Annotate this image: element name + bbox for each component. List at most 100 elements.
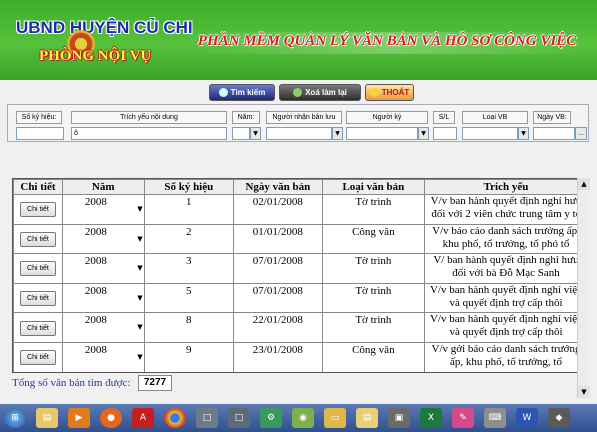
chevron-down-icon[interactable]: ▼ (137, 235, 142, 243)
nguoi-nhan-label: Người nhận bản lưu (266, 111, 342, 124)
col-ngay-van-ban[interactable]: Ngày văn bản (233, 179, 323, 195)
so-ky-hieu-input[interactable] (16, 127, 64, 140)
nam-dropdown-icon[interactable]: ▼ (250, 127, 261, 140)
nguoi-ky-select[interactable] (346, 127, 418, 140)
date-cell: 22/01/2008 (233, 312, 323, 343)
col-loai-van-ban[interactable]: Loại văn bản (321, 179, 426, 195)
total-label: Tổng số văn bản tìm được: (12, 377, 131, 389)
exit-button[interactable]: THOÁT (365, 84, 414, 101)
table-row[interactable]: Chi tiết 2008 ▼ 1 02/01/2008 Tờ trình V/v ban … (13, 194, 588, 225)
table-row[interactable]: Chi tiết 2008 ▼ 8 22/01/2008 Tờ trình V/v ban … (13, 312, 588, 343)
taskbar: ⊞ ▤ ▶ ● A □ □ ⚙ ◉ ▭ ▤ ▣ X ✎ ⌨ W ◆ (0, 404, 597, 432)
col-nam[interactable]: Năm (61, 179, 145, 195)
loai-vb-label: Loại VB (462, 111, 528, 124)
chevron-down-icon[interactable]: ▼ (137, 323, 142, 331)
summary-cell: V/ ban hành quyết định nghỉ hưu đối với … (424, 253, 588, 284)
vmware-icon[interactable]: □ (228, 408, 250, 428)
video-icon[interactable]: ▣ (388, 408, 410, 428)
table-row[interactable]: Chi tiết 2008 ▼ 9 23/01/2008 Công văn V/v gởi … (13, 341, 588, 372)
refresh-icon (293, 88, 303, 97)
year-cell: 2008 (84, 255, 107, 268)
scroll-up-icon[interactable]: ▲ (578, 178, 590, 190)
summary-cell: V/v ban hành quyết định nghỉ việc và quy… (424, 312, 588, 343)
reset-label: Xoá làm lại (305, 88, 347, 97)
scroll-down-icon[interactable]: ▼ (578, 386, 590, 398)
nam-select[interactable] (232, 127, 250, 140)
media-player-icon[interactable]: ▶ (68, 408, 90, 428)
date-cell: 02/01/2008 (233, 194, 323, 225)
detail-button[interactable]: Chi tiết (19, 231, 56, 247)
table-row[interactable]: Chi tiết 2008 ▼ 2 01/01/2008 Công văn V/v báo … (13, 223, 588, 255)
chevron-down-icon[interactable]: ▼ (137, 353, 142, 361)
col-so-ky-hieu[interactable]: Số ký hiệu (143, 179, 235, 195)
year-cell: 2008 (84, 196, 107, 208)
summary-cell: V/v báo cáo danh sách trưởng ấp, khu phố… (424, 223, 588, 255)
number-cell: 2 (143, 223, 235, 255)
number-cell: 1 (143, 194, 235, 225)
type-cell: Tờ trình (321, 253, 426, 284)
summary-cell: V/v gởi báo cáo danh sách trưởng ấp, khu… (424, 341, 588, 372)
trich-yeu-input[interactable]: ô (71, 127, 227, 140)
toolbar: Tìm kiếm Xoá làm lại THOÁT (209, 84, 414, 102)
nam-label: Năm: (232, 111, 260, 124)
date-cell: 07/01/2008 (233, 253, 323, 284)
folder-icon[interactable]: ▤ (36, 408, 58, 428)
detail-button[interactable]: Chi tiết (19, 202, 56, 218)
filter-panel: Số ký hiệu: Trích yếu nội dung Năm: Ngườ… (7, 104, 589, 142)
dept-name: PHÒNG NỘI VỤ (39, 48, 152, 64)
search-button[interactable]: Tìm kiếm (209, 84, 275, 101)
app-icon[interactable]: ◆ (548, 408, 570, 428)
detail-button[interactable]: Chi tiết (19, 320, 56, 336)
start-orb-icon[interactable]: ⊞ (4, 408, 26, 428)
detail-button[interactable]: Chi tiết (19, 261, 56, 277)
date-cell: 01/01/2008 (233, 223, 323, 255)
date-picker-button[interactable]: ... (575, 127, 587, 140)
table-row[interactable]: Chi tiết 2008 ▼ 3 07/01/2008 Tờ trình V/ ban h… (13, 253, 588, 284)
detail-button[interactable]: Chi tiết (19, 291, 56, 307)
so-ky-hieu-label: Số ký hiệu: (16, 111, 62, 124)
word-icon[interactable]: W (516, 408, 538, 428)
ngay-vb-label: Ngày VB: (533, 111, 571, 124)
ngay-vb-input[interactable] (533, 127, 575, 140)
number-cell: 9 (143, 341, 235, 372)
year-cell: 2008 (84, 284, 107, 297)
explorer-icon[interactable]: ▭ (324, 408, 346, 428)
total-count: 7277 (138, 375, 172, 391)
reset-button[interactable]: Xoá làm lại (279, 84, 361, 101)
network-icon[interactable]: ◉ (292, 408, 314, 428)
table-row[interactable]: Chi tiết 2008 ▼ 5 07/01/2008 Tờ trình V/v ban … (13, 282, 588, 314)
detail-button[interactable]: Chi tiết (19, 350, 56, 366)
type-cell: Công văn (321, 223, 426, 255)
type-cell: Tờ trình (321, 282, 426, 314)
sl-label: S/L (433, 111, 455, 124)
sl-input[interactable] (433, 127, 457, 140)
nguoi-ky-dropdown-icon[interactable]: ▼ (418, 127, 429, 140)
pdf-icon[interactable]: A (132, 408, 154, 428)
loai-vb-select[interactable] (462, 127, 518, 140)
year-cell: 2008 (84, 314, 107, 327)
chevron-down-icon[interactable]: ▼ (137, 264, 142, 272)
chevron-down-icon[interactable]: ▼ (137, 205, 142, 213)
chrome-icon[interactable] (164, 408, 186, 428)
settings-icon[interactable]: ⚙ (260, 408, 282, 428)
paint-icon[interactable]: ✎ (452, 408, 474, 428)
col-trich-yeu[interactable]: Trích yếu (424, 179, 588, 195)
vmware-icon[interactable]: □ (196, 408, 218, 428)
excel-icon[interactable]: X (420, 408, 442, 428)
grid-scrollbar[interactable]: ▲ ▼ (577, 178, 590, 398)
col-chi-tiet[interactable]: Chi tiết (13, 179, 63, 195)
nguoi-nhan-dropdown-icon[interactable]: ▼ (332, 127, 343, 140)
loai-vb-dropdown-icon[interactable]: ▼ (518, 127, 529, 140)
keyboard-icon[interactable]: ⌨ (484, 408, 506, 428)
number-cell: 3 (143, 253, 235, 284)
date-cell: 07/01/2008 (233, 282, 323, 314)
exit-label: THOÁT (381, 88, 410, 97)
summary-cell: V/v ban hành quyết định nghỉ hưu đối với… (424, 194, 588, 225)
app-title: PHẦN MỀM QUẢN LÝ VĂN BẢN VÀ HỒ SƠ CÔNG V… (197, 33, 577, 49)
folder-icon[interactable]: ▤ (356, 408, 378, 428)
org-name: UBND HUYỆN CỦ CHI (16, 18, 193, 37)
type-cell: Công văn (321, 341, 426, 372)
nguoi-nhan-select[interactable] (266, 127, 332, 140)
chevron-down-icon[interactable]: ▼ (137, 294, 142, 302)
firefox-icon[interactable]: ● (100, 408, 122, 428)
